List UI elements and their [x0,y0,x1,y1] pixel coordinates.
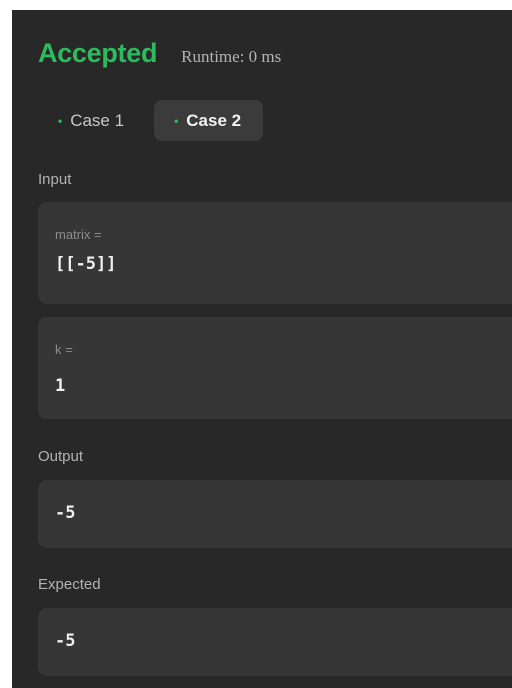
tab-case-2[interactable]: • Case 2 [154,100,264,141]
tab-label: Case 2 [186,110,242,130]
param-value: [[-5]] [55,254,117,274]
passed-dot-icon: • [174,113,179,128]
input-k-box[interactable]: k = 1 [38,317,512,419]
expected-value: -5 [55,631,76,651]
expected-box[interactable]: -5 [38,608,512,676]
expected-label: Expected [38,576,101,593]
passed-dot-icon: • [58,113,63,128]
output-label: Output [38,448,84,465]
tab-case-1[interactable]: • Case 1 [38,100,146,141]
result-header: Accepted Runtime: 0 ms [38,38,281,69]
case-tabs: • Case 1 • Case 2 [38,100,264,141]
accepted-status: Accepted [38,38,158,68]
tab-label: Case 1 [70,110,125,130]
param-value: 1 [55,376,66,396]
param-name: k = [55,342,73,357]
output-value: -5 [55,503,76,523]
input-matrix-box[interactable]: matrix = [[-5]] [38,202,512,304]
output-box[interactable]: -5 [38,480,512,548]
param-name: matrix = [55,227,102,242]
testcase-result-panel: Accepted Runtime: 0 ms • Case 1 • Case 2… [12,10,512,688]
runtime-label: Runtime: 0 ms [181,47,282,66]
input-label: Input [38,171,72,188]
